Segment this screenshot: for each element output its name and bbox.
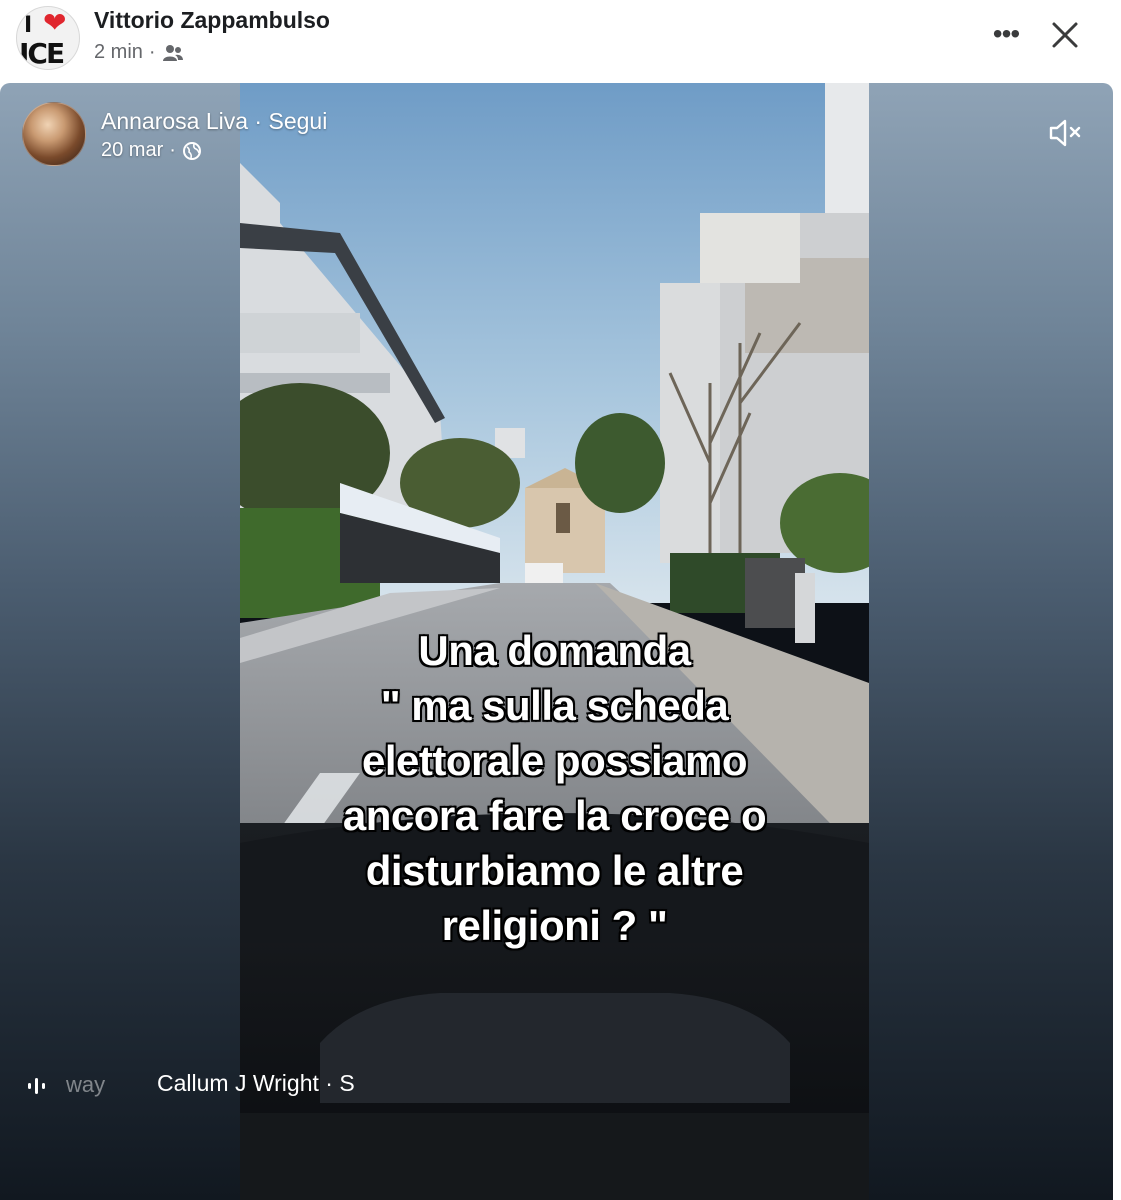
video-date[interactable]: 20 mar <box>101 139 163 162</box>
author-name[interactable]: Vittorio Zappambulso <box>94 7 330 34</box>
meta-separator: · <box>148 41 156 63</box>
video-caption-overlay: Una domanda " ma sulla scheda elettorale… <box>280 623 829 953</box>
more-options-button[interactable]: ••• <box>986 16 1026 52</box>
video-author-name[interactable]: Annarosa Liva <box>101 108 248 134</box>
post-time[interactable]: 2 min <box>94 41 143 64</box>
caption-line: disturbiamo le altre <box>365 847 744 894</box>
caption-line: elettorale possiamo <box>362 737 747 784</box>
audio-track-name[interactable]: Callum J Wright · S <box>157 1070 365 1097</box>
caption-line: religioni ? " <box>441 902 668 949</box>
follow-button[interactable]: Segui <box>269 108 328 134</box>
audio-waveform-icon <box>28 1078 45 1094</box>
caption-line: " ma sulla scheda <box>380 682 729 729</box>
video-author-avatar[interactable] <box>22 102 86 166</box>
caption-line: Una domanda <box>418 627 691 674</box>
post-meta: 2 min · <box>94 41 184 64</box>
friends-icon <box>162 44 183 61</box>
post-header: I ❤ ICE Vittorio Zappambulso 2 min · ••• <box>0 0 1121 83</box>
video-content[interactable]: Una domanda " ma sulla scheda elettorale… <box>240 83 869 1200</box>
close-icon[interactable] <box>1046 16 1084 54</box>
avatar-logo-text: ICE <box>19 37 65 70</box>
name-separator: · <box>248 108 269 134</box>
page-edge <box>1113 0 1121 1200</box>
heart-icon: ❤ <box>43 7 67 38</box>
video-author-line: Annarosa Liva · Segui <box>101 108 327 135</box>
avatar-logo-letter: I <box>24 13 33 38</box>
shared-video-player[interactable]: Una domanda " ma sulla scheda elettorale… <box>0 83 1113 1200</box>
muted-speaker-icon[interactable] <box>1047 116 1085 150</box>
meta-separator: · <box>169 139 176 161</box>
globe-icon <box>182 141 201 160</box>
audio-track-faded: way <box>66 1072 106 1097</box>
author-avatar[interactable]: I ❤ ICE <box>16 6 80 70</box>
caption-line: ancora fare la croce o <box>342 792 767 839</box>
video-meta: 20 mar · <box>101 139 202 162</box>
